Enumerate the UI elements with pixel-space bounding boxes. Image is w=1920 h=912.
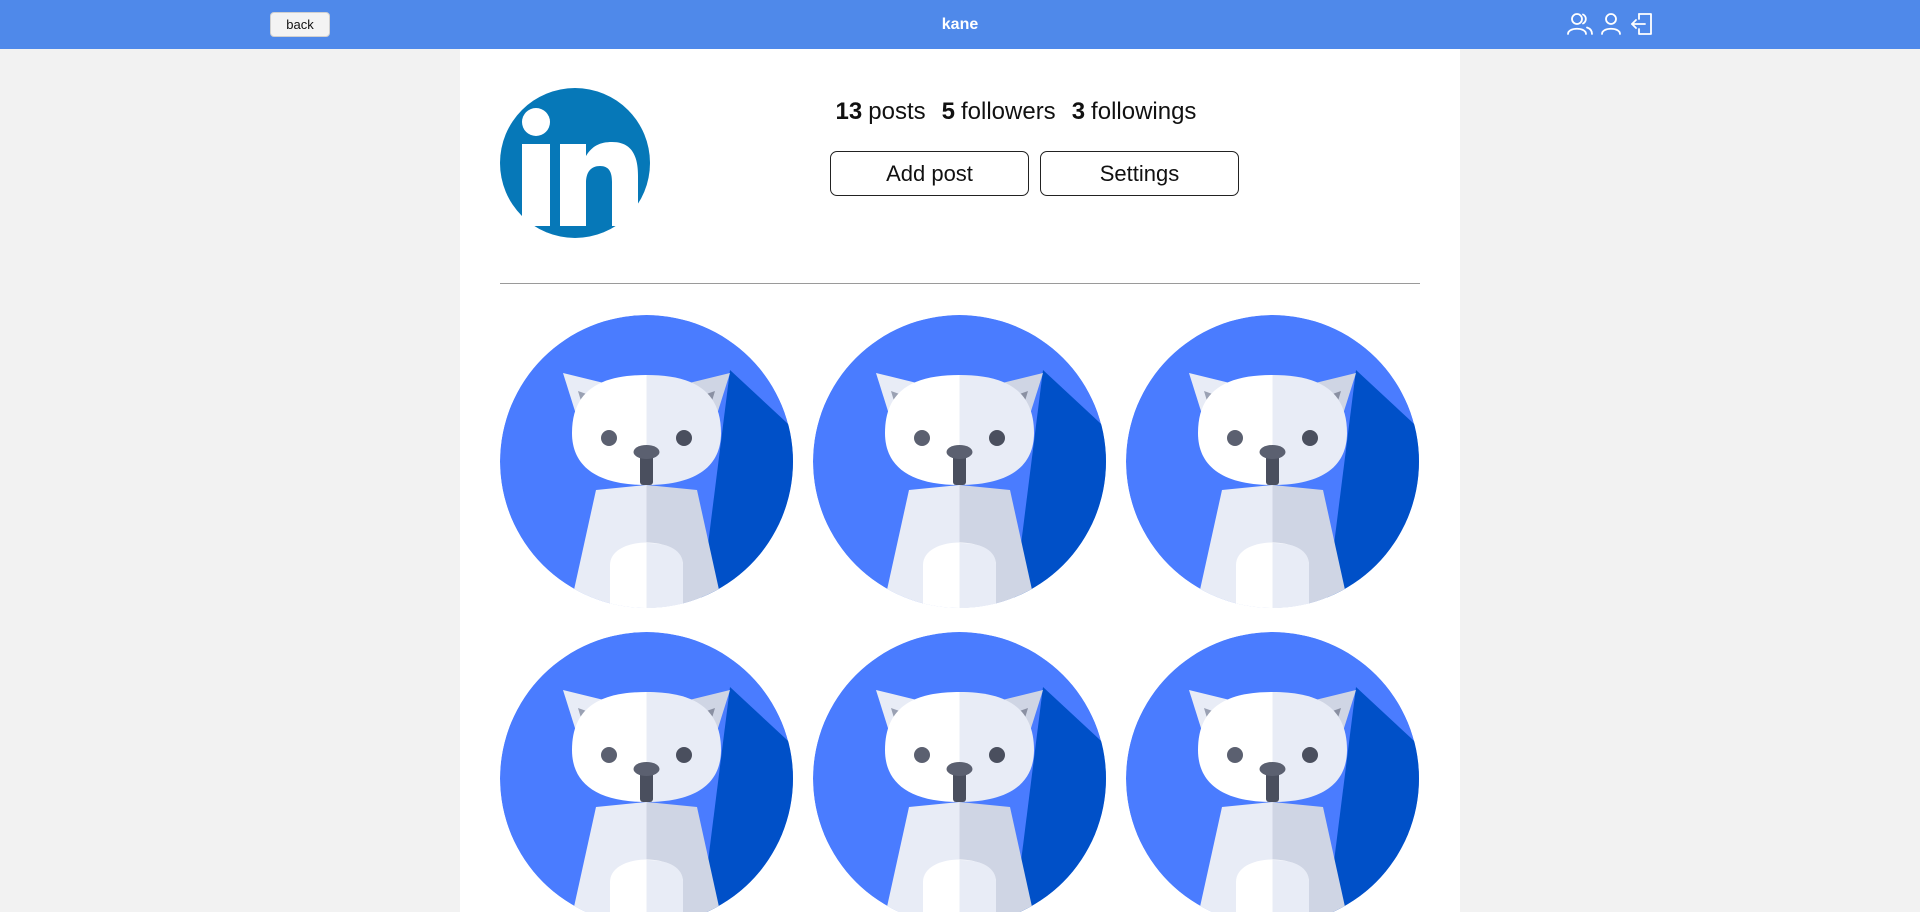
posts-label: posts: [868, 98, 926, 125]
cat-avatar-image: [813, 315, 1106, 608]
post-thumbnail[interactable]: [1126, 632, 1419, 912]
avatar: [500, 88, 650, 238]
posts-grid: [500, 315, 1420, 912]
followers-label: followers: [960, 98, 1056, 125]
followings-label: followings: [1091, 98, 1197, 125]
posts-count: 13: [835, 98, 863, 125]
top-bar: back kane: [0, 0, 1920, 49]
divider: [500, 283, 1420, 284]
followings-stat[interactable]: 3 followings: [1072, 92, 1197, 132]
posts-stat: 13 posts: [836, 92, 926, 132]
logout-icon[interactable]: [1628, 10, 1655, 38]
nav-icons: [1566, 10, 1655, 38]
cat-avatar-image: [1126, 632, 1419, 912]
post-thumbnail[interactable]: [813, 632, 1106, 912]
post-thumbnail[interactable]: [500, 315, 793, 608]
cat-avatar-image: [813, 632, 1106, 912]
post-thumbnail[interactable]: [1126, 315, 1419, 608]
user-icon[interactable]: [1597, 10, 1624, 38]
cat-avatar-image: [500, 632, 793, 912]
followers-stat[interactable]: 5 followers: [942, 92, 1056, 132]
post-thumbnail[interactable]: [500, 632, 793, 912]
cat-avatar-image: [1126, 315, 1419, 608]
profile-stats: 13 posts 5 followers 3 followings: [800, 92, 1232, 132]
back-button[interactable]: back: [270, 12, 330, 37]
cat-avatar-image: [500, 315, 793, 608]
followings-count: 3: [1071, 98, 1086, 125]
profile-page: 13 posts 5 followers 3 followings Add post …: [460, 49, 1460, 912]
users-icon[interactable]: [1566, 10, 1593, 38]
add-post-button[interactable]: Add post: [830, 151, 1029, 196]
settings-button[interactable]: Settings: [1040, 151, 1239, 196]
post-thumbnail[interactable]: [813, 315, 1106, 608]
followers-count: 5: [941, 98, 955, 125]
